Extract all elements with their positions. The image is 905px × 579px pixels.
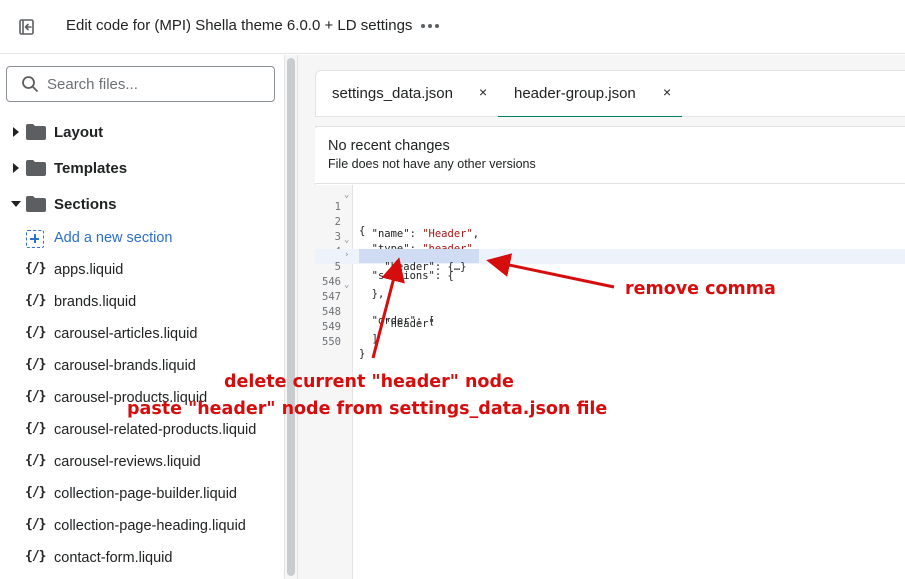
close-icon[interactable]: × xyxy=(479,84,487,100)
tab-label: settings_data.json xyxy=(332,85,453,102)
sidebar-scrollbar-thumb[interactable] xyxy=(287,58,295,576)
code-file-icon: {/} xyxy=(25,389,46,404)
code-line[interactable]: 1 ⌄ { xyxy=(315,189,905,237)
file-label: contact-form.liquid xyxy=(54,550,173,566)
file-label: carousel-brands.liquid xyxy=(54,358,196,374)
search-field[interactable] xyxy=(6,66,275,102)
folder-label: Sections xyxy=(54,195,117,213)
code-file-icon: {/} xyxy=(25,357,46,372)
annotation-delete-node: delete current "header" node xyxy=(224,372,514,392)
fold-icon[interactable]: ⌄ xyxy=(344,235,349,245)
folder-icon xyxy=(26,196,46,212)
file-item[interactable]: {/} contact-form.liquid xyxy=(0,544,284,572)
file-item[interactable]: {/} brands.liquid xyxy=(0,288,284,316)
code-file-icon: {/} xyxy=(25,485,46,500)
folder-icon xyxy=(26,160,46,176)
fold-icon[interactable]: ⌄ xyxy=(344,190,349,200)
folder-templates[interactable]: Templates xyxy=(0,154,284,182)
file-label: collection-page-heading.liquid xyxy=(54,518,246,534)
folder-layout[interactable]: Layout xyxy=(0,118,284,146)
file-label: carousel-reviews.liquid xyxy=(54,454,201,470)
file-label: carousel-articles.liquid xyxy=(54,326,198,342)
file-label: carousel-related-products.liquid xyxy=(54,422,257,438)
fold-icon[interactable]: ⌄ xyxy=(344,280,349,290)
tab-header-group[interactable]: header-group.json × xyxy=(498,70,682,118)
code-line[interactable]: 547 ⌄ "order": [ xyxy=(315,279,905,327)
chevron-right-icon xyxy=(11,163,21,173)
line-number: 550 xyxy=(322,336,341,348)
code-line[interactable]: 550 } xyxy=(315,324,905,360)
code-line[interactable]: 546 }, xyxy=(315,264,905,300)
file-item[interactable]: {/} carousel-related-products.liquid xyxy=(0,416,284,444)
folder-sections[interactable]: Sections xyxy=(0,190,284,218)
chevron-right-icon xyxy=(11,127,21,137)
code-file-icon: {/} xyxy=(25,261,46,276)
file-item[interactable]: {/} collection-page-heading.liquid xyxy=(0,512,284,540)
add-file-icon xyxy=(26,230,44,248)
version-info: No recent changes File does not have any… xyxy=(315,128,905,184)
code-line[interactable]: 4 ⌄ "sections": { xyxy=(315,234,905,282)
file-item[interactable]: {/} apps.liquid xyxy=(0,256,284,284)
code-file-icon: {/} xyxy=(25,325,46,340)
more-horizontal-icon[interactable] xyxy=(418,15,442,37)
chevron-down-icon xyxy=(11,199,21,209)
code-file-icon: {/} xyxy=(25,453,46,468)
tab-bar: settings_data.json × header-group.json × xyxy=(315,70,905,118)
folder-label: Layout xyxy=(54,123,104,141)
file-label: brands.liquid xyxy=(54,294,137,310)
page-title: Edit code for (MPI) Shella theme 6.0.0 +… xyxy=(66,17,413,34)
file-item[interactable]: {/} collection-page-builder.liquid xyxy=(0,480,284,508)
folder-label: Templates xyxy=(54,159,128,177)
version-subtitle: File does not have any other versions xyxy=(328,157,536,171)
file-item[interactable]: {/} carousel-reviews.liquid xyxy=(0,448,284,476)
annotation-paste-node: paste "header" node from settings_data.j… xyxy=(127,399,608,419)
top-bar: Edit code for (MPI) Shella theme 6.0.0 +… xyxy=(0,0,905,54)
annotation-remove-comma: remove comma xyxy=(625,279,776,299)
code-line[interactable]: 548 "header" xyxy=(315,294,905,330)
search-input[interactable] xyxy=(47,75,247,93)
add-section-label: Add a new section xyxy=(54,230,173,246)
code-file-icon: {/} xyxy=(25,293,46,308)
file-item[interactable]: {/} carousel-articles.liquid xyxy=(0,320,284,348)
code-line[interactable]: 3 "type": "header", xyxy=(315,219,905,255)
file-label: apps.liquid xyxy=(54,262,124,278)
tab-label: header-group.json xyxy=(514,85,636,102)
folder-icon xyxy=(26,124,46,140)
close-icon[interactable]: × xyxy=(663,84,671,100)
add-section-button[interactable]: Add a new section xyxy=(0,224,284,252)
code-file-icon: {/} xyxy=(25,549,46,564)
exit-icon[interactable] xyxy=(14,14,40,40)
code-file-icon: {/} xyxy=(25,421,46,436)
tab-separator xyxy=(315,117,905,127)
tab-settings-data[interactable]: settings_data.json × xyxy=(315,70,498,117)
code-line: "header": {…} xyxy=(315,249,905,273)
code-text: } xyxy=(359,348,366,360)
search-icon xyxy=(19,73,41,95)
code-line[interactable]: 2 "name": "Header", xyxy=(315,204,905,240)
version-title: No recent changes xyxy=(328,138,450,154)
code-file-icon: {/} xyxy=(25,517,46,532)
code-line[interactable]: 549 ] xyxy=(315,309,905,345)
file-label: collection-page-builder.liquid xyxy=(54,486,237,502)
